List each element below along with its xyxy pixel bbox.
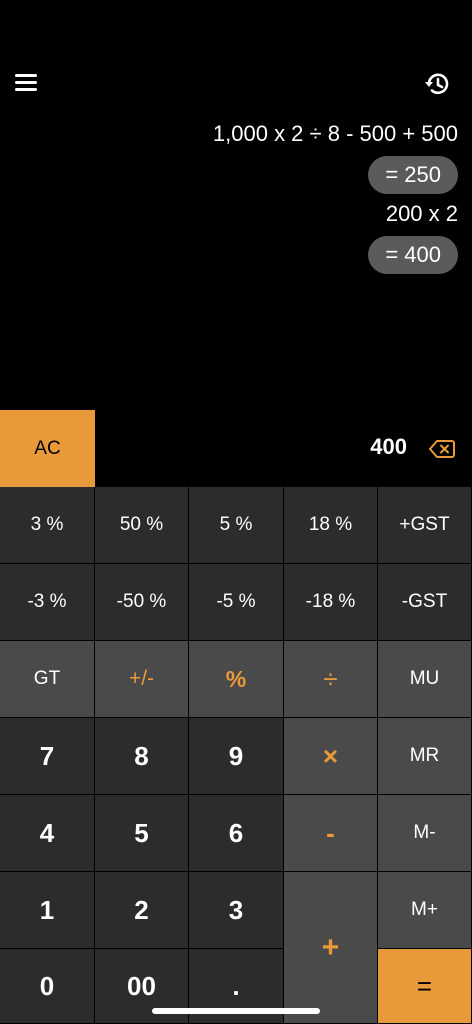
key-toggle-sign[interactable]: +/-: [95, 641, 189, 718]
key-subtract[interactable]: -: [284, 795, 378, 872]
tape-result-pill[interactable]: = 400: [368, 236, 458, 274]
key-divide[interactable]: ÷: [284, 641, 378, 718]
backspace-icon[interactable]: [429, 438, 455, 460]
key-plus-5-percent[interactable]: 5 %: [189, 487, 284, 564]
keypad: 3 % 50 % 5 % 18 % +GST -3 % -50 % -5 % -…: [0, 487, 472, 1024]
all-clear-button[interactable]: AC: [0, 410, 95, 487]
display-value: 400: [370, 434, 407, 459]
key-grand-total[interactable]: GT: [0, 641, 95, 718]
key-mark-up[interactable]: MU: [378, 641, 472, 718]
history-icon[interactable]: [423, 70, 451, 98]
key-plus-18-percent[interactable]: 18 %: [284, 487, 378, 564]
key-memory-recall[interactable]: MR: [378, 718, 472, 795]
key-minus-gst[interactable]: -GST: [378, 564, 472, 641]
key-memory-minus[interactable]: M-: [378, 795, 472, 872]
hamburger-menu-icon[interactable]: [15, 72, 37, 92]
key-8[interactable]: 8: [95, 718, 189, 795]
tape-result-pill[interactable]: = 250: [368, 156, 458, 194]
key-minus-3-percent[interactable]: -3 %: [0, 564, 95, 641]
key-6[interactable]: 6: [189, 795, 284, 872]
key-3[interactable]: 3: [189, 872, 284, 949]
key-5[interactable]: 5: [95, 795, 189, 872]
key-1[interactable]: 1: [0, 872, 95, 949]
key-equals[interactable]: =: [378, 949, 472, 1024]
key-4[interactable]: 4: [0, 795, 95, 872]
key-plus-gst[interactable]: +GST: [378, 487, 472, 564]
tape-expression: 200 x 2: [385, 201, 458, 226]
tape-expression: 1,000 x 2 ÷ 8 - 500 + 500: [212, 121, 458, 146]
key-minus-18-percent[interactable]: -18 %: [284, 564, 378, 641]
key-7[interactable]: 7: [0, 718, 95, 795]
key-multiply[interactable]: ×: [284, 718, 378, 795]
key-0[interactable]: 0: [0, 949, 95, 1024]
home-indicator[interactable]: [152, 1008, 320, 1014]
key-plus-50-percent[interactable]: 50 %: [95, 487, 189, 564]
key-percent[interactable]: %: [189, 641, 284, 718]
key-add[interactable]: +: [284, 872, 378, 1024]
key-9[interactable]: 9: [189, 718, 284, 795]
key-plus-3-percent[interactable]: 3 %: [0, 487, 95, 564]
key-minus-5-percent[interactable]: -5 %: [189, 564, 284, 641]
key-memory-plus[interactable]: M+: [378, 872, 472, 949]
key-2[interactable]: 2: [95, 872, 189, 949]
key-minus-50-percent[interactable]: -50 %: [95, 564, 189, 641]
calculation-tape: 1,000 x 2 ÷ 8 - 500 + 500 = 250 200 x 2 …: [18, 114, 458, 276]
